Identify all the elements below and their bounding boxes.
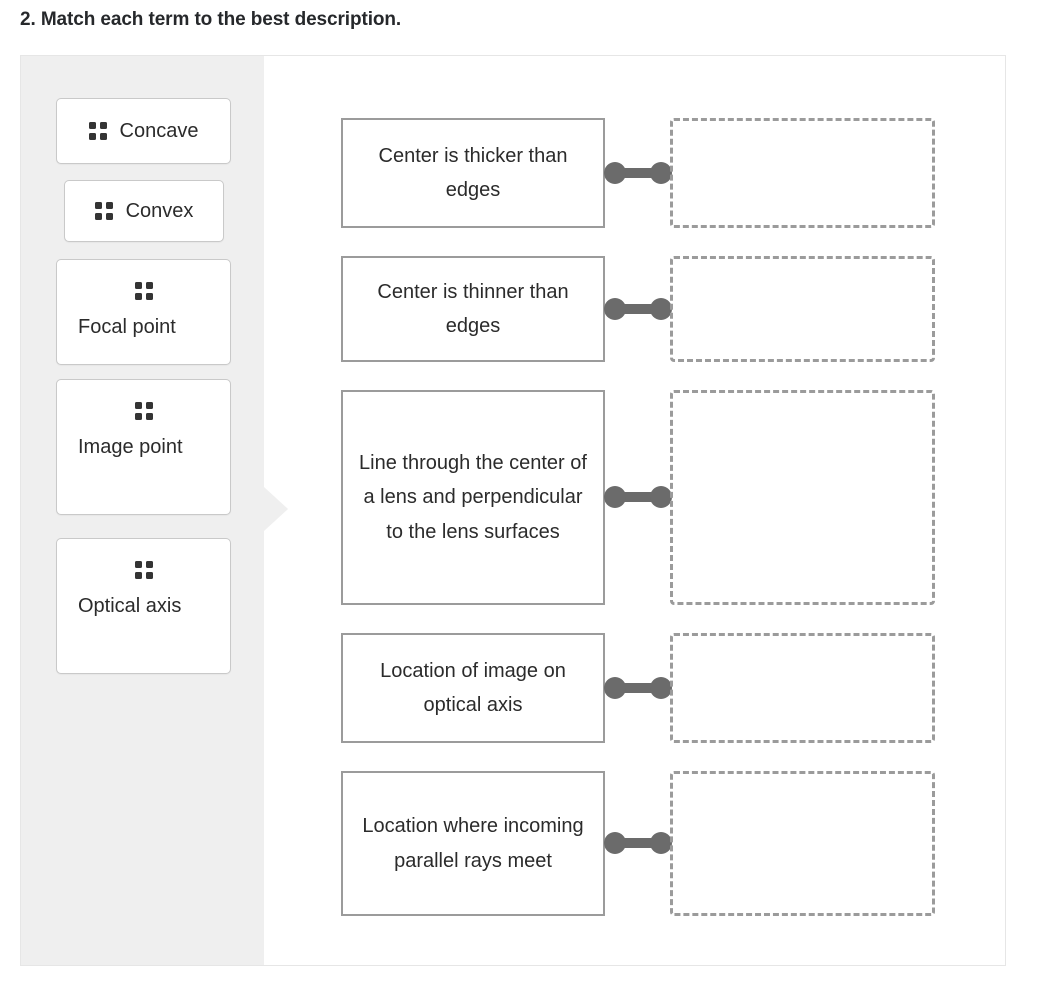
drag-handle-icon[interactable] — [134, 282, 153, 300]
matching-activity-container: Concave Convex Focal point Image point O — [20, 55, 1006, 966]
term-label: Optical axis — [78, 595, 182, 617]
term-card-image-point[interactable]: Image point — [56, 379, 231, 515]
drag-handle-icon[interactable] — [94, 202, 113, 220]
term-label: Concave — [119, 119, 199, 142]
drag-handle-icon[interactable] — [88, 122, 107, 140]
term-card-concave[interactable]: Concave — [56, 98, 231, 164]
term-card-convex[interactable]: Convex — [64, 180, 224, 242]
dumbbell-connector-icon — [604, 162, 672, 184]
page-title: 2. Match each term to the best descripti… — [20, 9, 402, 30]
term-label: Focal point — [78, 316, 176, 338]
description-box: Line through the center of a lens and pe… — [341, 390, 605, 605]
description-box: Center is thicker than edges — [341, 118, 605, 228]
term-card-focal-point[interactable]: Focal point — [56, 259, 231, 365]
drop-zone[interactable] — [670, 771, 935, 916]
drop-zone[interactable] — [670, 390, 935, 605]
term-label: Image point — [78, 436, 183, 458]
drag-handle-icon[interactable] — [134, 402, 153, 420]
description-box: Center is thinner than edges — [341, 256, 605, 362]
drop-zone[interactable] — [670, 633, 935, 743]
dumbbell-connector-icon — [604, 298, 672, 320]
drag-handle-icon[interactable] — [134, 561, 153, 579]
dumbbell-connector-icon — [604, 486, 672, 508]
terms-panel: Concave Convex Focal point Image point O — [21, 56, 264, 965]
description-box: Location where incoming parallel rays me… — [341, 771, 605, 916]
drop-zone[interactable] — [670, 256, 935, 362]
description-box: Location of image on optical axis — [341, 633, 605, 743]
term-label: Convex — [125, 199, 194, 222]
match-area: Center is thicker than edges Center is t… — [264, 56, 1005, 965]
term-card-optical-axis[interactable]: Optical axis — [56, 538, 231, 674]
dumbbell-connector-icon — [604, 832, 672, 854]
dumbbell-connector-icon — [604, 677, 672, 699]
drop-zone[interactable] — [670, 118, 935, 228]
